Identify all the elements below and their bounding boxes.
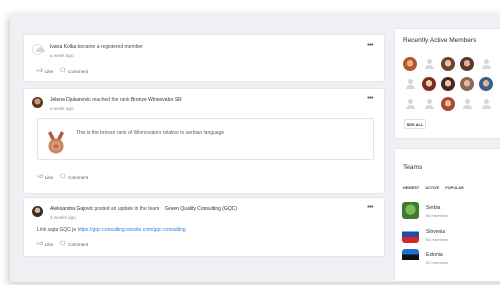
team-image [402,226,419,243]
comment-icon: 🗨︎ [59,68,67,74]
team-member-count: 65 members [426,237,449,242]
post-menu-button[interactable]: ••• [367,95,373,102]
post-action-text: became a registered member [77,44,143,50]
team-item[interactable]: Serbia 65 members [402,202,500,222]
member-avatar[interactable] [460,97,474,111]
see-all-button[interactable]: SEE ALL [404,119,426,129]
rank-name[interactable]: Bronze Winnovator SR [131,97,182,103]
widget-title: Recently Active Members [403,37,477,44]
comment-icon: 🗨︎ [59,174,67,180]
member-avatar[interactable] [403,77,417,91]
tab-popular[interactable]: POPULAR [445,186,464,190]
team-name: Slovenia [426,229,446,235]
team-name: Estonia [426,252,443,258]
member-avatar[interactable] [460,77,474,91]
avatar[interactable] [32,44,45,55]
post-body: Link sajta GQC je https://gqc-consulting… [37,227,186,233]
post-timestamp: 2 weeks ago [50,215,76,220]
team-link[interactable]: Green Quality Consulting (GQC) [165,206,237,212]
member-avatar[interactable] [441,77,455,91]
team-image [402,249,419,266]
activity-post: Jelena Djukanovic reached the rank Bronz… [23,88,385,194]
post-author[interactable]: Ivana Kolka [50,44,76,50]
screen: Ivana Kolka became a registered member a… [0,0,500,285]
tab-active[interactable]: ACTIVE [425,186,439,190]
activity-post: Aleksandra Gajovic posted an update in t… [23,197,385,257]
team-name: Serbia [426,205,441,211]
member-avatar[interactable] [422,97,436,111]
member-avatar[interactable] [422,77,436,91]
team-image [402,202,419,219]
team-item[interactable]: Slovenia 65 members [402,226,500,246]
post-link[interactable]: https://gqc-consulting.wixsite.com/gqc-c… [78,227,186,233]
team-member-count: 65 members [426,213,449,218]
comment-icon: 🗨︎ [59,241,67,247]
member-avatar[interactable] [441,97,455,111]
teams-filter-tabs: NEWEST ACTIVE POPULAR [403,186,464,190]
post-author[interactable]: Jelena Djukanovic [50,97,91,103]
post-headline: Jelena Djukanovic reached the rank Bronz… [50,97,182,103]
post-author[interactable]: Aleksandra Gajovic [50,206,93,212]
post-actions: 👍︎ Like 🗨︎ Comment [37,174,88,180]
member-avatar[interactable] [422,57,436,71]
activity-post: Ivana Kolka became a registered member a… [23,34,385,82]
bronze-medal-icon [48,131,64,154]
like-button[interactable]: 👍︎ Like [37,241,53,247]
team-icon: ◌ [160,206,164,212]
activity-page: Ivana Kolka became a registered member a… [10,14,500,282]
post-actions: 👍︎ Like 🗨︎ Comment [37,68,88,74]
avatar[interactable] [32,97,43,108]
member-avatar[interactable] [403,97,417,111]
member-avatar[interactable] [479,97,493,111]
thumbs-up-icon: 👍︎ [37,68,43,74]
team-member-count: 62 members [426,260,449,265]
post-headline: Aleksandra Gajovic posted an update in t… [50,206,237,212]
thumbs-up-icon: 👍︎ [37,241,43,247]
like-button[interactable]: 👍︎ Like [37,68,53,74]
member-avatar[interactable] [460,57,474,71]
comment-button[interactable]: 🗨︎ Comment [59,174,88,180]
rank-description: This is the bronze rank of Winnovators r… [76,130,225,136]
widget-title: Teams [403,164,423,171]
post-timestamp: a week ago [50,106,74,111]
rank-card: This is the bronze rank of Winnovators r… [37,118,374,160]
post-timestamp: a week ago [50,53,74,58]
thumbs-up-icon: 👍︎ [37,174,43,180]
member-avatar[interactable] [403,57,417,71]
recently-active-members-widget: Recently Active Members SEE ALL [394,28,500,139]
member-avatar[interactable] [441,57,455,71]
post-actions: 👍︎ Like 🗨︎ Comment [37,241,88,247]
post-menu-button[interactable]: ••• [367,42,373,49]
comment-button[interactable]: 🗨︎ Comment [59,68,88,74]
team-item[interactable]: Estonia 62 members [402,249,500,269]
member-avatar[interactable] [479,57,493,71]
comment-button[interactable]: 🗨︎ Comment [59,241,88,247]
tab-newest[interactable]: NEWEST [403,186,419,190]
post-menu-button[interactable]: ••• [367,204,373,211]
teams-widget: Teams NEWEST ACTIVE POPULAR Serbia 65 me… [394,148,500,282]
like-button[interactable]: 👍︎ Like [37,174,53,180]
member-avatar[interactable] [479,77,493,91]
post-headline: Ivana Kolka became a registered member [50,44,143,50]
avatar[interactable] [32,206,43,217]
